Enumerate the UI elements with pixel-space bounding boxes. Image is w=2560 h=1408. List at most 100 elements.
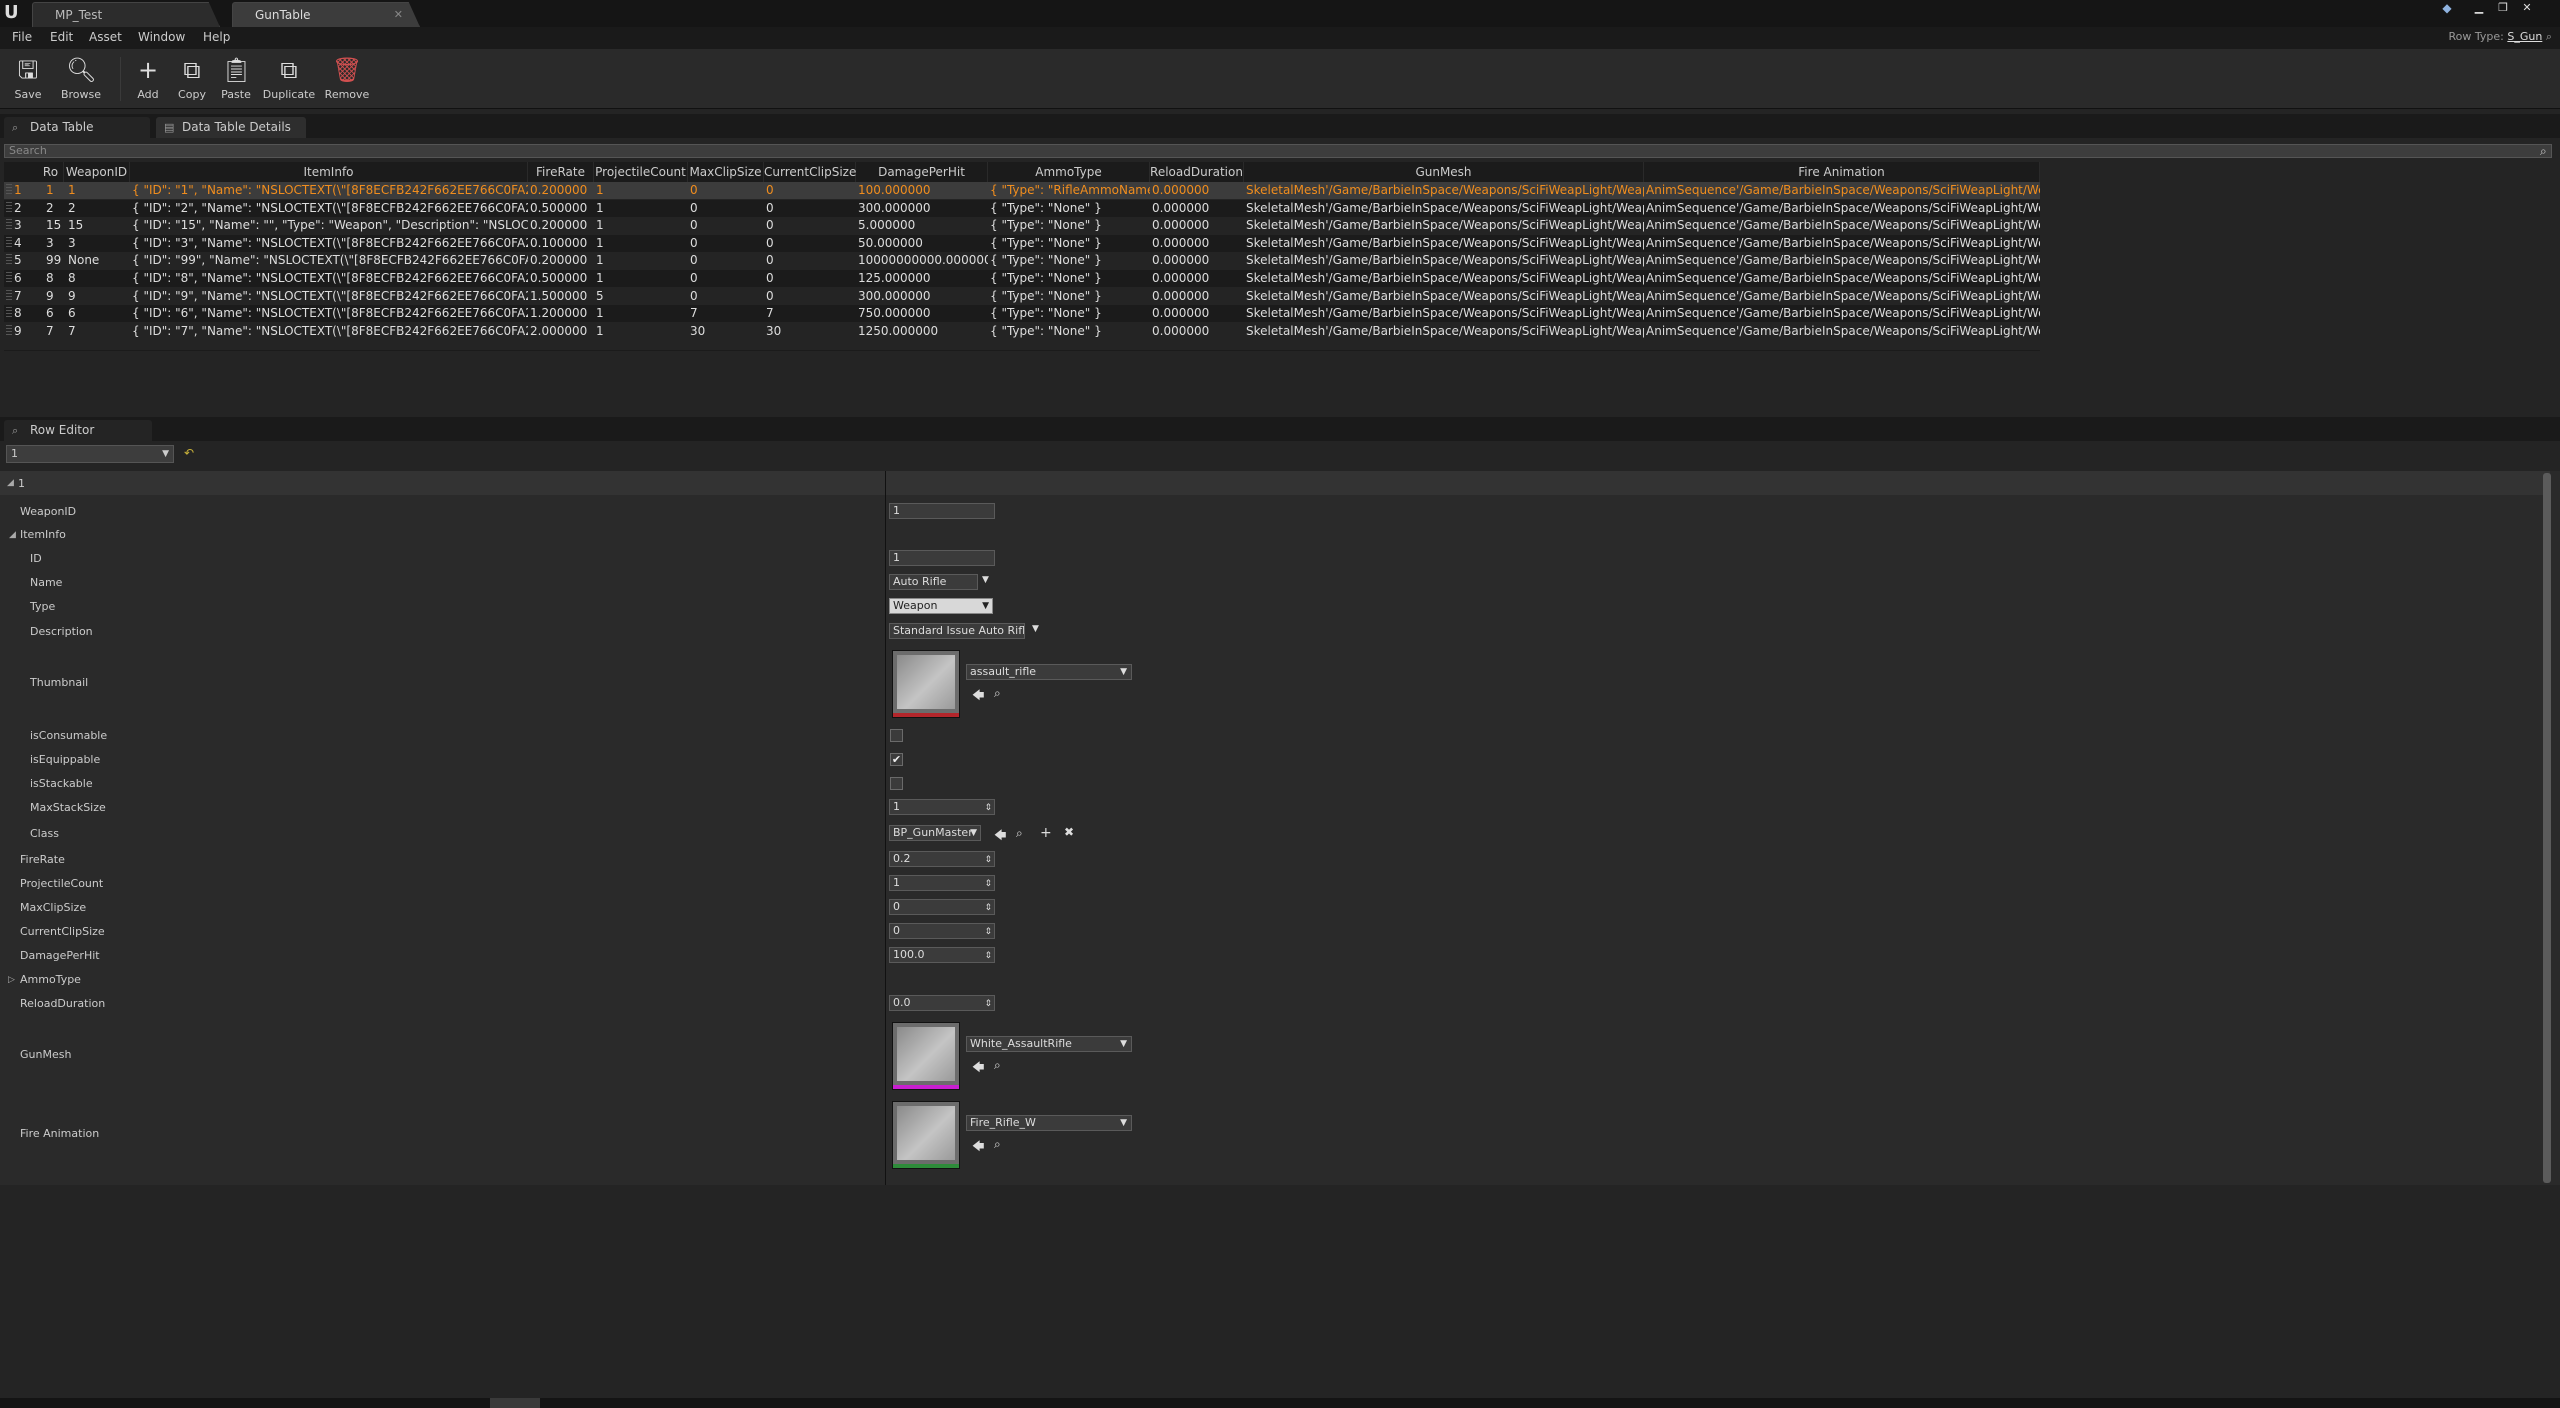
close-window-icon[interactable]: ✕ — [2520, 2, 2534, 14]
table-row[interactable]: 1 1 1{ "ID": "1", "Name": "NSLOCTEXT(\"[8F… — [4, 182, 2040, 199]
name-input[interactable]: Auto Rifle — [889, 574, 978, 590]
tab-data-table[interactable]: ⌕ Data Table — [4, 117, 150, 138]
paste-row-button[interactable]: 📋︎ Paste — [216, 53, 256, 107]
spin-arrows-icon[interactable]: ⇕ — [984, 997, 992, 1010]
duplicate-row-button[interactable]: ⧉ Duplicate — [260, 53, 318, 107]
expand-arrow-icon[interactable]: ◢ — [7, 478, 14, 488]
firerate-input[interactable]: 0.2 ⇕ — [889, 851, 995, 867]
menu-help[interactable]: Help — [203, 30, 230, 44]
text-options-chevron-icon[interactable]: ▼ — [1032, 624, 1039, 634]
minimize-icon[interactable]: ▁ — [2472, 2, 2486, 14]
row-type-value[interactable]: S_Gun — [2507, 30, 2542, 43]
menu-file[interactable]: File — [12, 30, 32, 44]
notification-icon[interactable]: ◆ — [2440, 2, 2454, 14]
fire-animation-preview[interactable] — [892, 1101, 960, 1169]
description-input[interactable]: Standard Issue Auto Rifle — [889, 623, 1025, 639]
tab-guntable[interactable]: GunTable ✕ — [232, 2, 420, 27]
projectilecount-input[interactable]: 1 ⇕ — [889, 875, 995, 891]
column-header-damageperhit[interactable]: DamagePerHit — [856, 162, 988, 182]
browse-magnifier-icon[interactable]: ⌕ — [994, 686, 1001, 701]
text-options-chevron-icon[interactable]: ▼ — [982, 575, 989, 585]
remove-row-button[interactable]: 🗑︎ Remove — [322, 53, 372, 107]
spin-arrows-icon[interactable]: ⇕ — [984, 853, 992, 866]
spin-arrows-icon[interactable]: ⇕ — [984, 949, 992, 962]
column-header-gunmesh[interactable]: GunMesh — [1244, 162, 1644, 182]
use-selected-arrow-icon[interactable]: 🡄 — [972, 1058, 984, 1079]
search-input[interactable]: Search — [4, 144, 2552, 158]
table-row[interactable]: 8 6 6 { "ID": "6", "Name": "NSLOCTEXT(\"[8F… — [4, 305, 2040, 323]
tab-data-table-details[interactable]: ▤ Data Table Details — [156, 117, 306, 138]
create-new-plus-icon[interactable]: + — [1040, 825, 1052, 841]
column-header-iteminfo[interactable]: ItemInfo — [130, 162, 528, 182]
use-selected-arrow-icon[interactable]: 🡄 — [972, 686, 984, 707]
reset-arrow-icon[interactable]: ↶ — [184, 446, 194, 460]
weaponid-input[interactable]: 1 — [889, 503, 995, 519]
table-row[interactable]: 7 9 9 { "ID": "9", "Name": "NSLOCTEXT(\"[8F… — [4, 287, 2040, 305]
maximize-icon[interactable]: ❐ — [2496, 2, 2510, 14]
spin-arrows-icon[interactable]: ⇕ — [984, 925, 992, 938]
use-selected-arrow-icon[interactable]: 🡄 — [972, 1137, 984, 1158]
thumbnail-asset-picker[interactable]: assault_rifle ▼ — [966, 664, 1132, 680]
isconsumable-checkbox[interactable] — [890, 729, 903, 742]
cell-idx: 6 — [14, 271, 22, 285]
reloadduration-input[interactable]: 0.0 ⇕ — [889, 995, 995, 1011]
search-icon[interactable]: ⌕ — [2546, 30, 2552, 43]
column-header-ammotype[interactable]: AmmoType — [988, 162, 1150, 182]
clear-x-icon[interactable]: ✖ — [1064, 825, 1074, 839]
add-row-button[interactable]: + Add — [130, 53, 166, 107]
browse-magnifier-icon[interactable]: ⌕ — [994, 1058, 1001, 1073]
close-tab-icon[interactable]: ✕ — [394, 3, 403, 27]
tab-row-editor[interactable]: ⌕ Row Editor — [4, 420, 152, 441]
column-header-fire-animation[interactable]: Fire Animation — [1644, 162, 2040, 182]
column-header-currentclipsize[interactable]: CurrentClipSize — [764, 162, 856, 182]
fire-animation-asset-picker[interactable]: Fire_Rifle_W ▼ — [966, 1115, 1132, 1131]
column-header-reloadduration[interactable]: ReloadDuration — [1150, 162, 1244, 182]
class-dropdown[interactable]: BP_GunMaster ▼ — [889, 825, 981, 841]
table-row[interactable]: 5 99 None { "ID": "99", "Name": "NSLOCTEXT(… — [4, 252, 2040, 270]
use-selected-arrow-icon[interactable]: 🡄 — [994, 826, 1006, 847]
browse-magnifier-icon[interactable]: ⌕ — [1016, 826, 1023, 841]
thumbnail-preview[interactable] — [892, 650, 960, 718]
collapsed-arrow-icon[interactable]: ▷ — [8, 975, 15, 985]
column-header-maxclipsize[interactable]: MaxClipSize — [688, 162, 764, 182]
maxstacksize-input[interactable]: 1 ⇕ — [889, 799, 995, 815]
cell-gunmesh: SkeletalMesh'/Game/BarbieInSpace/Weapons… — [1246, 183, 1644, 197]
maxclipsize-input[interactable]: 0 ⇕ — [889, 899, 995, 915]
details-scrollbar[interactable] — [2543, 473, 2551, 1183]
browse-magnifier-icon[interactable]: ⌕ — [994, 1137, 1001, 1152]
save-button[interactable]: 🖫 Save — [8, 53, 48, 107]
column-splitter[interactable] — [885, 471, 886, 1185]
taskbar-button[interactable] — [490, 1398, 540, 1408]
spin-arrows-icon[interactable]: ⇕ — [984, 901, 992, 914]
gunmesh-preview[interactable] — [892, 1022, 960, 1090]
menu-window[interactable]: Window — [138, 30, 185, 44]
spin-arrows-icon[interactable]: ⇕ — [984, 877, 992, 890]
gunmesh-asset-picker[interactable]: White_AssaultRifle ▼ — [966, 1036, 1132, 1052]
currentclipsize-input[interactable]: 0 ⇕ — [889, 923, 995, 939]
table-row[interactable]: 9 7 7 { "ID": "7", "Name": "NSLOCTEXT(\"[8F… — [4, 322, 2040, 340]
browse-button[interactable]: 🔍︎ Browse — [56, 53, 106, 107]
id-input[interactable]: 1 — [889, 550, 995, 566]
menu-asset[interactable]: Asset — [89, 30, 122, 44]
menu-edit[interactable]: Edit — [50, 30, 73, 44]
table-row[interactable]: 2 2 2{ "ID": "2", "Name": "NSLOCTEXT(\"[8F… — [4, 199, 2040, 217]
table-row[interactable]: 6 8 8 { "ID": "8", "Name": "NSLOCTEXT(\"[8F… — [4, 270, 2040, 287]
row-header[interactable]: ◢ 1 — [0, 471, 2550, 495]
table-row[interactable]: 3 15 15 { "ID": "15", "Name": "", "Type": "… — [4, 217, 2040, 235]
expand-arrow-icon[interactable]: ◢ — [9, 530, 16, 540]
isequippable-checkbox[interactable]: ✔ — [890, 753, 903, 766]
cell-maxclip: 0 — [690, 200, 698, 215]
column-header-ro[interactable]: Ro — [38, 162, 64, 182]
table-row[interactable]: 4 3 3 { "ID": "3", "Name": "NSLOCTEXT(\"[8F… — [4, 234, 2040, 252]
type-dropdown[interactable]: Weapon ▼ — [889, 598, 993, 614]
row-select-dropdown[interactable]: 1 ▼ — [6, 445, 174, 463]
column-header-firerate[interactable]: FireRate — [528, 162, 594, 182]
spin-arrows-icon[interactable]: ⇕ — [984, 801, 992, 814]
damageperhit-input[interactable]: 100.0 ⇕ — [889, 947, 995, 963]
copy-row-button[interactable]: ⧉ Copy — [172, 53, 212, 107]
column-header-weaponid[interactable]: WeaponID — [64, 162, 130, 182]
tab-mp-test[interactable]: MP_Test — [32, 2, 220, 27]
isstackable-checkbox[interactable] — [890, 777, 903, 790]
search-icon[interactable]: ⌕ — [2540, 144, 2547, 159]
column-header-projectilecount[interactable]: ProjectileCount — [594, 162, 688, 182]
